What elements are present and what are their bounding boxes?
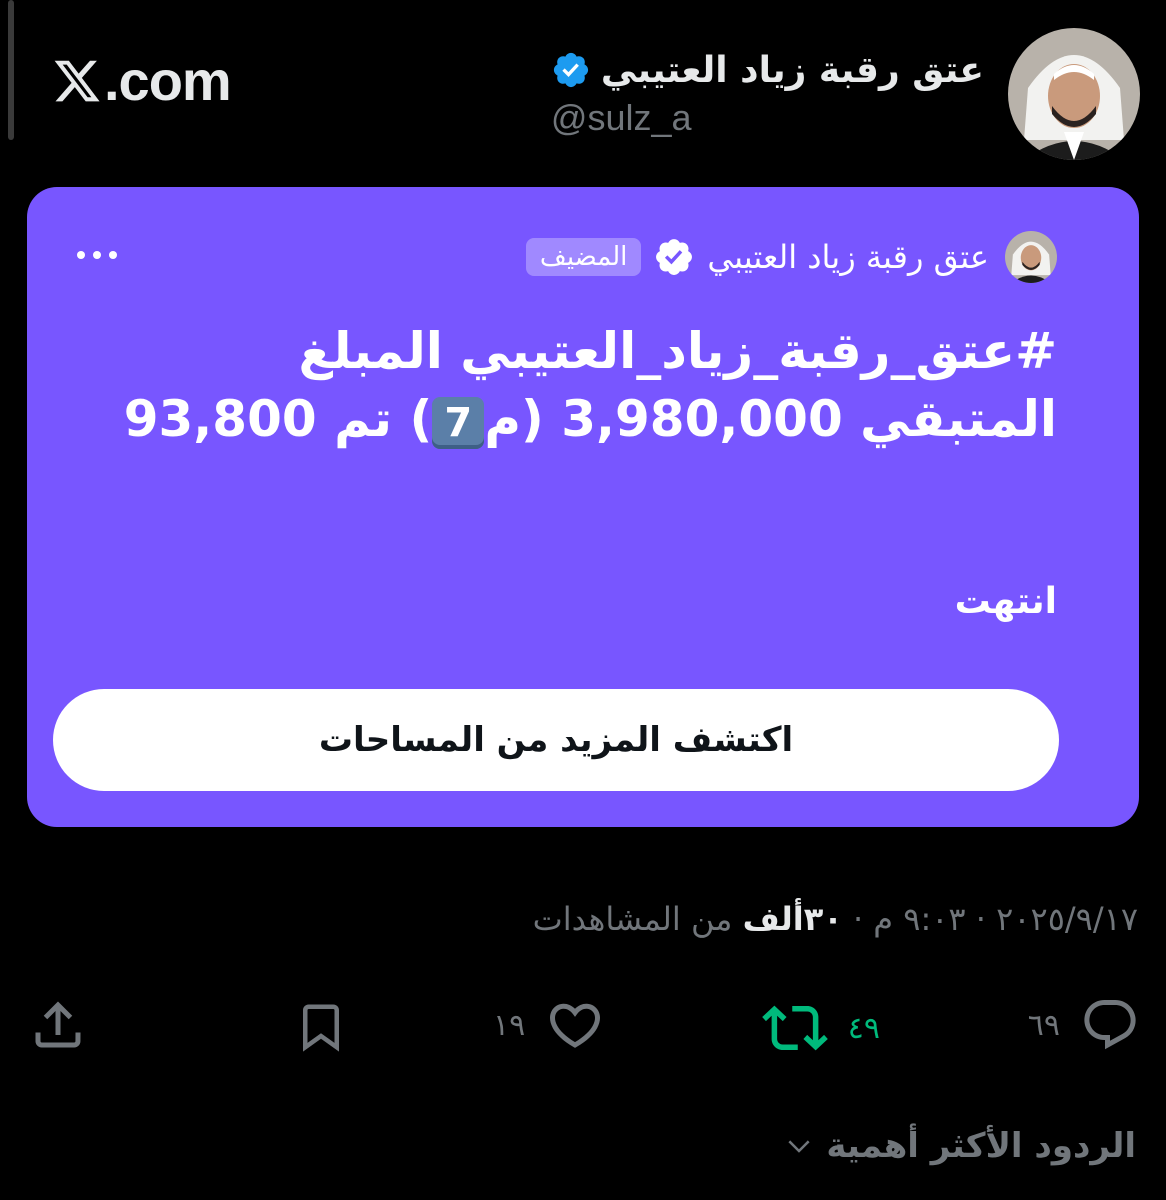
share-icon: [35, 1001, 81, 1048]
tweet-header: عتق رقبة زياد العتيبي @sulz_a: [551, 28, 1140, 160]
space-host-row: عتق رقبة زياد العتيبي المضيف: [525, 231, 1057, 283]
tweet-time[interactable]: ٩:٠٣ م: [873, 900, 965, 938]
explore-spaces-button[interactable]: اكتشف المزيد من المساحات: [53, 689, 1059, 791]
replies-sort-label: الردود الأكثر أهمية: [826, 1126, 1136, 1166]
views-label: من المشاهدات: [532, 900, 733, 938]
chevron-down-icon: [788, 1140, 810, 1153]
author-handle[interactable]: @sulz_a: [551, 97, 692, 139]
host-avatar[interactable]: [1005, 231, 1057, 283]
reply-icon: [1084, 1000, 1136, 1050]
space-title-line2: المتبقي 3,980,000 (م7) تم 93,800: [57, 385, 1057, 453]
bookmark-action[interactable]: [294, 995, 348, 1059]
scroll-indicator: [8, 0, 14, 140]
like-action[interactable]: ١٩: [493, 995, 605, 1055]
host-avatar-image-icon: [1005, 231, 1057, 283]
space-title-line1: #عتق_رقبة_زياد_العتيبي المبلغ: [298, 322, 1057, 380]
tweet-page: .com عتق رقبة زياد العتيبي @sulz_a عتق ر…: [0, 0, 1166, 1200]
host-verified-badge-icon: [656, 239, 693, 275]
like-count: ١٩: [493, 1007, 526, 1043]
host-name: عتق رقبة زياد العتيبي: [707, 238, 989, 276]
heart-icon: [550, 1003, 601, 1048]
brand-domain: .com: [104, 49, 232, 112]
space-status: انتهت: [954, 581, 1057, 622]
tweet-meta: ٢٠٢٥/٩/١٧ · ٩:٠٣ م · ٣٠ألف من المشاهدات: [533, 900, 1138, 938]
space-card[interactable]: عتق رقبة زياد العتيبي المضيف #عتق_رقبة_ز…: [27, 187, 1139, 827]
bookmark-icon: [303, 1004, 339, 1052]
verified-badge-icon[interactable]: [551, 50, 591, 90]
author-display-name[interactable]: عتق رقبة زياد العتيبي: [601, 50, 984, 91]
repost-count: ٤٩: [847, 1010, 880, 1046]
author-avatar[interactable]: [1008, 28, 1140, 160]
repost-icon: [761, 1005, 828, 1051]
meta-separator: ·: [975, 900, 986, 938]
tweet-date[interactable]: ٢٠٢٥/٩/١٧: [996, 900, 1138, 938]
host-badge: المضيف: [525, 238, 642, 276]
reply-count: ٦٩: [1027, 1007, 1060, 1043]
share-action[interactable]: [28, 995, 88, 1055]
avatar-image-icon: [1008, 28, 1140, 160]
space-title-part2: ) تم 93,800: [123, 390, 433, 448]
author-meta: عتق رقبة زياد العتيبي @sulz_a: [551, 50, 984, 139]
author-name-row: عتق رقبة زياد العتيبي: [551, 50, 984, 91]
space-title-part1: المتبقي 3,980,000 (م: [484, 390, 1057, 448]
repost-action[interactable]: ٤٩: [761, 995, 880, 1061]
space-title: #عتق_رقبة_زياد_العتيبي المبلغ المتبقي 3,…: [57, 317, 1057, 453]
tweet-actions: ٦٩ ٤٩ ١٩: [0, 995, 1166, 1065]
keycap-seven-icon: 7: [432, 396, 485, 449]
x-logo-icon: [54, 60, 100, 101]
more-options-icon[interactable]: [77, 251, 117, 259]
reply-action[interactable]: ٦٩: [1028, 995, 1140, 1055]
brand-logo[interactable]: .com: [52, 48, 232, 113]
views-count: ٣٠ألف: [742, 900, 843, 938]
meta-separator: ·: [852, 900, 864, 938]
replies-sort-dropdown[interactable]: الردود الأكثر أهمية: [784, 1126, 1136, 1166]
